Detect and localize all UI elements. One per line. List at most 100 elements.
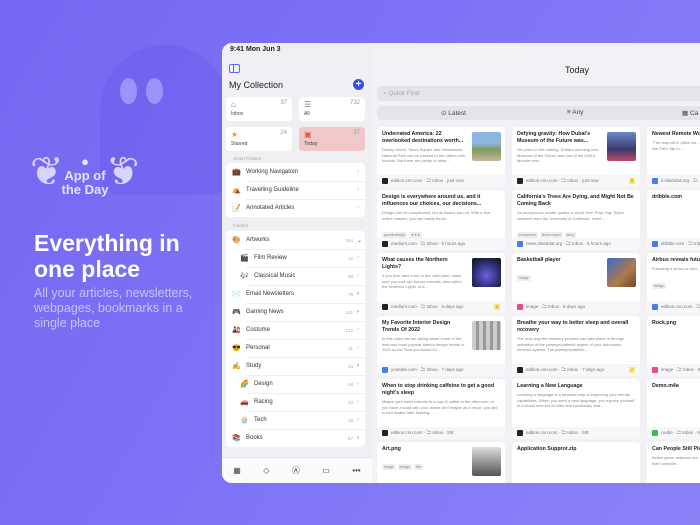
folder-emoji-icon: 🚗 (240, 399, 249, 406)
chevron-right-icon[interactable]: › (357, 273, 365, 279)
article-card[interactable]: Underrated America: 22 overlooked destin… (377, 127, 505, 187)
site-favicon-icon (517, 304, 523, 310)
tag[interactable]: image (382, 464, 396, 470)
article-card[interactable]: My Favorite Interior Design Trends Of 20… (377, 316, 505, 376)
chevron-right-icon[interactable]: › (357, 381, 365, 387)
card-footer: medium.com · 🗀 Inbox · 5 hours ago (377, 238, 505, 250)
chevron-right-icon[interactable]: › (357, 309, 365, 315)
article-card[interactable]: Design is everywhere around us, and it i… (377, 190, 505, 250)
tile-starred[interactable]: ★ 24 Starred (226, 127, 292, 151)
folder-item[interactable]: 🎨 Artworks 164 ⌄ (226, 231, 365, 249)
card-body: Learning a New Language Learning a langua… (512, 379, 640, 427)
tile-count: 37 (353, 130, 360, 136)
tag[interactable]: design (652, 282, 667, 289)
card-body: Newest Remote Work... to Be in the Offic… (647, 127, 700, 175)
folder-item[interactable]: 😎 Personal 11 › (226, 339, 365, 357)
card-body: Airbus reveals futu... design Following a… (647, 253, 700, 301)
tile-today[interactable]: ▣ 37 Today (299, 127, 365, 151)
card-body: dribble.com (647, 190, 700, 238)
archive-icon[interactable]: ▭ (322, 466, 330, 475)
view-button[interactable]: ▦ Ca (682, 109, 698, 117)
folders-label: Folders (233, 223, 249, 228)
search-input[interactable]: ⌕ Quick Find (377, 86, 700, 101)
article-card[interactable]: Application Supprot.zip (512, 442, 640, 483)
card-footer: medium.com · 🗀 Inbox · 6 days ago 3 (377, 301, 505, 313)
site-favicon-icon (517, 178, 523, 184)
article-card[interactable]: Art.png image design film (377, 442, 505, 483)
bottom-tab-bar: ▦ ◇ Ⓐ ▭ ••• (222, 457, 372, 483)
highlights-icon[interactable]: Ⓐ (292, 465, 300, 476)
article-card[interactable]: Breathe your way to better sleep and ove… (512, 316, 640, 376)
card-source: edition.cnn.com · 🗀 Inbox · just now (526, 178, 599, 183)
article-card[interactable]: Basketball player image image · 🗀 Inbox · … (512, 253, 640, 313)
sort-button[interactable]: ⊙ Latest (441, 109, 466, 117)
folder-emoji-icon: 📝 (232, 205, 241, 212)
article-card[interactable]: Rock.png image · 🗀 Inbox · 8 (647, 316, 700, 376)
article-card[interactable]: California's Trees Are Dying, and Might … (512, 190, 640, 250)
card-body: Breathe your way to better sleep and ove… (512, 316, 640, 364)
folder-item[interactable]: 🌈 Design 18 › (226, 375, 365, 393)
article-card[interactable]: Defying gravity: How Dubai's Museum of t… (512, 127, 640, 187)
folder-item[interactable]: 🎎 Costume 122 › (226, 321, 365, 339)
tag-icon[interactable]: ◇ (263, 466, 269, 475)
tag[interactable]: image (517, 275, 531, 281)
chevron-right-icon[interactable]: › (357, 291, 365, 297)
article-card[interactable]: dribble.com dribble.com · 🗀 Inb (647, 190, 700, 250)
tile-inbox[interactable]: ⌂ 37 Inbox (226, 97, 292, 121)
site-favicon-icon (517, 367, 523, 373)
chevron-right-icon[interactable]: › (357, 399, 365, 405)
site-favicon-icon (382, 241, 388, 247)
folder-item[interactable]: 🎮 Gaming News 141 › (226, 303, 365, 321)
add-button[interactable]: + (353, 79, 364, 90)
card-title: Underrated America: 22 overlooked destin… (382, 131, 464, 144)
article-card[interactable]: Can People Still Pla... Get Older? Action… (647, 442, 700, 483)
article-card[interactable]: Airbus reveals futu... design Following a… (647, 253, 700, 313)
smart-folder-item[interactable]: 📝 Annotated Articles › (226, 199, 365, 217)
article-card[interactable]: When to stop drinking caffeine to get a … (377, 379, 505, 439)
folder-item[interactable]: 📚 Books 67 › (226, 429, 365, 447)
filter-button[interactable]: ≡ Any (567, 109, 583, 116)
smart-folder-item[interactable]: 💼 Working Navigatoin › (226, 163, 365, 181)
tile-all[interactable]: ☰ 732 All (299, 97, 365, 121)
search-placeholder: Quick Find (388, 90, 420, 97)
chevron-right-icon[interactable]: › (357, 435, 365, 441)
collections-icon[interactable]: ▦ (233, 466, 241, 475)
folder-item[interactable]: 🧁 Tech 19 › (226, 411, 365, 429)
folder-item[interactable]: ✍️ Study 34 › (226, 357, 365, 375)
folder-item[interactable]: ✉️ Email Newsletters 78 › (226, 285, 365, 303)
site-favicon-icon (382, 367, 388, 373)
tag[interactable]: film (413, 464, 424, 470)
more-icon[interactable]: ••• (352, 466, 360, 475)
chevron-right-icon[interactable]: › (357, 255, 365, 261)
smart-folder-item[interactable]: ⛺ Travelling Guideline › (226, 181, 365, 199)
site-favicon-icon (652, 304, 658, 310)
chevron-right-icon[interactable]: › (357, 327, 365, 333)
tag[interactable]: design (397, 464, 412, 470)
folder-emoji-icon: ⛺ (232, 187, 241, 194)
smart-folders-label: Smart Folders (233, 156, 262, 161)
card-title: California's Trees Are Dying, and Might … (517, 194, 634, 207)
sidebar-toggle-icon[interactable] (229, 64, 240, 73)
article-card[interactable]: What causes the Northern Lights? If you e… (377, 253, 505, 313)
card-body: California's Trees Are Dying, and Might … (512, 190, 640, 238)
folder-emoji-icon: 🎨 (232, 237, 241, 244)
smart-folder-label: Travelling Guideline (246, 187, 299, 193)
site-favicon-icon (517, 241, 523, 247)
chevron-down-icon[interactable]: ⌄ (357, 237, 365, 244)
folder-item[interactable]: 🚗 Racing 43 › (226, 393, 365, 411)
folder-item[interactable]: 🎬 Film Review 12 › (226, 249, 365, 267)
card-title: dribble.com (652, 194, 683, 200)
card-body: Design is everywhere around us, and it i… (377, 190, 505, 238)
article-card[interactable]: Demo.m4a Audio · 🗀 Inbox · 9 (647, 379, 700, 439)
folder-count: 141 (345, 309, 353, 315)
chevron-right-icon[interactable]: › (357, 345, 365, 351)
article-card[interactable]: Newest Remote Work... to Be in the Offic… (647, 127, 700, 187)
folder-count: 48 (347, 273, 353, 279)
folder-label: Study (246, 363, 262, 369)
site-favicon-icon (652, 430, 658, 436)
folder-item[interactable]: 🎶 Classical Music 48 › (226, 267, 365, 285)
chevron-right-icon[interactable]: › (357, 363, 365, 369)
site-favicon-icon (652, 367, 658, 373)
article-card[interactable]: Learning a New Language Learning a langua… (512, 379, 640, 439)
chevron-right-icon[interactable]: › (357, 417, 365, 423)
